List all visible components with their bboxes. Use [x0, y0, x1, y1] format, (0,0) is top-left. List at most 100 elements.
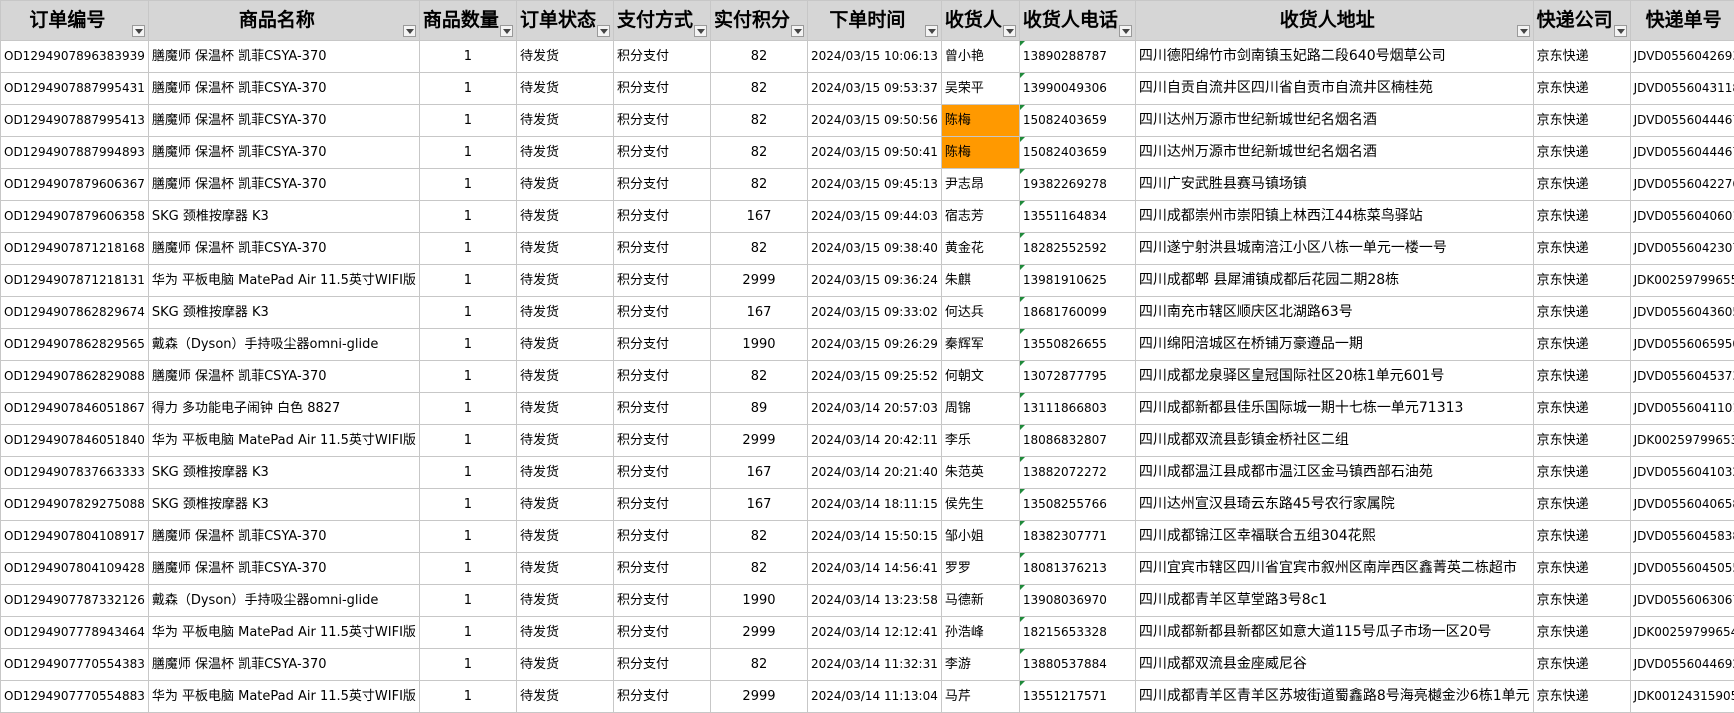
column-header-amount[interactable]: 实付积分 [709, 0, 808, 41]
cell-carrier[interactable]: 京东快递 [1532, 232, 1631, 265]
cell-phone[interactable]: 13990049306 [1018, 72, 1136, 105]
cell-carrier[interactable]: 京东快递 [1532, 616, 1631, 649]
cell-receiver[interactable]: 何达兵 [940, 296, 1020, 329]
cell-address[interactable]: 四川成都温江县成都市温江区金马镇西部石油苑 [1134, 456, 1534, 489]
cell-address[interactable]: 四川成都崇州市崇阳镇上林西江44栋菜鸟驿站 [1134, 200, 1534, 233]
cell-time[interactable]: 2024/03/15 09:53:37 [806, 72, 942, 105]
cell-order-id[interactable]: OD1294907770554383 [0, 648, 149, 681]
column-header-status[interactable]: 订单状态 [515, 0, 614, 41]
cell-phone[interactable]: 13551164834 [1018, 200, 1136, 233]
cell-product[interactable]: 膳魔师 保温杯 凯菲CSYA-370 [147, 104, 420, 137]
filter-dropdown-icon[interactable] [693, 25, 707, 37]
cell-carrier[interactable]: 京东快递 [1532, 520, 1631, 553]
cell-status[interactable]: 待发货 [515, 232, 614, 265]
table-row[interactable]: OD1294907804108917 膳魔师 保温杯 凯菲CSYA-370 1 待发货… [0, 520, 1734, 553]
cell-order-id[interactable]: OD1294907862829674 [0, 296, 149, 329]
cell-payment[interactable]: 积分支付 [612, 232, 711, 265]
cell-product[interactable]: 膳魔师 保温杯 凯菲CSYA-370 [147, 136, 420, 169]
cell-time[interactable]: 2024/03/14 15:50:15 [806, 520, 942, 553]
cell-address[interactable]: 四川遂宁射洪县城南涪江小区八栋一单元一楼一号 [1134, 232, 1534, 265]
cell-address[interactable]: 四川达州宣汉县琦云东路45号农行家属院 [1134, 488, 1534, 521]
cell-receiver[interactable]: 邹小姐 [940, 520, 1020, 553]
cell-amount[interactable]: 167 [709, 488, 808, 521]
column-header-payment[interactable]: 支付方式 [612, 0, 711, 41]
cell-payment[interactable]: 积分支付 [612, 456, 711, 489]
cell-phone[interactable]: 19382269278 [1018, 168, 1136, 201]
cell-order-id[interactable]: OD1294907887995413 [0, 104, 149, 137]
cell-carrier[interactable]: 京东快递 [1532, 584, 1631, 617]
cell-time[interactable]: 2024/03/15 10:06:13 [806, 40, 942, 73]
cell-status[interactable]: 待发货 [515, 264, 614, 297]
cell-carrier[interactable]: 京东快递 [1532, 168, 1631, 201]
cell-amount[interactable]: 2999 [709, 680, 808, 713]
column-header-tracking[interactable]: 快递单号 [1629, 0, 1734, 41]
cell-status[interactable]: 待发货 [515, 40, 614, 73]
cell-receiver[interactable]: 陈梅 [940, 104, 1020, 137]
cell-phone[interactable]: 13908036970 [1018, 584, 1136, 617]
cell-amount[interactable]: 82 [709, 72, 808, 105]
cell-product[interactable]: SKG 颈椎按摩器 K3 [147, 456, 420, 489]
cell-status[interactable]: 待发货 [515, 72, 614, 105]
cell-tracking[interactable]: JDVD05560423078 [1629, 232, 1734, 265]
cell-tracking[interactable]: JDVD05560406589 [1629, 488, 1734, 521]
cell-phone[interactable]: 18086832807 [1018, 424, 1136, 457]
cell-address[interactable]: 四川成都青羊区青羊区苏坡街道蜀鑫路8号海亮樾金沙6栋1单元 [1134, 680, 1534, 713]
cell-order-id[interactable]: OD1294907879606367 [0, 168, 149, 201]
cell-payment[interactable]: 积分支付 [612, 72, 711, 105]
cell-product[interactable]: 戴森（Dyson）手持吸尘器omni-glide [147, 328, 420, 361]
cell-carrier[interactable]: 京东快递 [1532, 680, 1631, 713]
cell-order-id[interactable]: OD1294907871218131 [0, 264, 149, 297]
cell-qty[interactable]: 1 [418, 680, 517, 713]
cell-amount[interactable]: 1990 [709, 328, 808, 361]
cell-time[interactable]: 2024/03/15 09:25:52 [806, 360, 942, 393]
cell-phone[interactable]: 13550826655 [1018, 328, 1136, 361]
cell-phone[interactable]: 18215653328 [1018, 616, 1136, 649]
cell-order-id[interactable]: OD1294907887994893 [0, 136, 149, 169]
cell-status[interactable]: 待发货 [515, 680, 614, 713]
cell-tracking[interactable]: JDVD05560410326 [1629, 456, 1734, 489]
cell-time[interactable]: 2024/03/14 20:42:11 [806, 424, 942, 457]
cell-receiver[interactable]: 周锦 [940, 392, 1020, 425]
cell-time[interactable]: 2024/03/15 09:50:56 [806, 104, 942, 137]
cell-tracking[interactable]: JDVD05560630670 [1629, 584, 1734, 617]
cell-address[interactable]: 四川成都龙泉驿区皇冠国际社区20栋1单元601号 [1134, 360, 1534, 393]
column-header-address[interactable]: 收货人地址 [1134, 0, 1534, 41]
cell-order-id[interactable]: OD1294907896383939 [0, 40, 149, 73]
filter-dropdown-icon[interactable] [1118, 25, 1132, 37]
cell-product[interactable]: 膳魔师 保温杯 凯菲CSYA-370 [147, 648, 420, 681]
cell-amount[interactable]: 2999 [709, 616, 808, 649]
cell-status[interactable]: 待发货 [515, 328, 614, 361]
cell-phone[interactable]: 13111866803 [1018, 392, 1136, 425]
cell-amount[interactable]: 82 [709, 168, 808, 201]
cell-address[interactable]: 四川成都青羊区草堂路3号8c1 [1134, 584, 1534, 617]
table-row[interactable]: OD1294907862829565 戴森（Dyson）手持吸尘器omni-gli… [0, 328, 1734, 361]
table-row[interactable]: OD1294907871218168 膳魔师 保温杯 凯菲CSYA-370 1 待发货… [0, 232, 1734, 265]
cell-carrier[interactable]: 京东快递 [1532, 104, 1631, 137]
cell-receiver[interactable]: 李乐 [940, 424, 1020, 457]
cell-amount[interactable]: 2999 [709, 424, 808, 457]
cell-status[interactable]: 待发货 [515, 392, 614, 425]
cell-phone[interactable]: 13551217571 [1018, 680, 1136, 713]
table-row[interactable]: OD1294907871218131 华为 平板电脑 MatePad Air 11… [0, 264, 1734, 297]
cell-tracking[interactable]: JDVD05560436055 [1629, 296, 1734, 329]
cell-qty[interactable]: 1 [418, 40, 517, 73]
cell-receiver[interactable]: 吴荣平 [940, 72, 1020, 105]
filter-dropdown-icon[interactable] [131, 25, 145, 37]
cell-receiver[interactable]: 黄金花 [940, 232, 1020, 265]
cell-qty[interactable]: 1 [418, 552, 517, 585]
cell-product[interactable]: 戴森（Dyson）手持吸尘器omni-glide [147, 584, 420, 617]
cell-amount[interactable]: 1990 [709, 584, 808, 617]
cell-amount[interactable]: 82 [709, 552, 808, 585]
cell-address[interactable]: 四川达州万源市世纪新城世纪名烟名酒 [1134, 136, 1534, 169]
cell-time[interactable]: 2024/03/14 20:21:40 [806, 456, 942, 489]
cell-address[interactable]: 四川绵阳涪城区在桥铺万豪遵品一期 [1134, 328, 1534, 361]
cell-address[interactable]: 四川成都新都县佳乐国际城一期十七栋一单元71313 [1134, 392, 1534, 425]
cell-status[interactable]: 待发货 [515, 360, 614, 393]
cell-tracking[interactable]: JDVD05560426938 [1629, 40, 1734, 73]
cell-time[interactable]: 2024/03/15 09:33:02 [806, 296, 942, 329]
table-row[interactable]: OD1294907896383939 膳魔师 保温杯 凯菲CSYA-370 1 待发货… [0, 40, 1734, 73]
cell-status[interactable]: 待发货 [515, 552, 614, 585]
cell-tracking[interactable]: JDVD05560411010 [1629, 392, 1734, 425]
cell-order-id[interactable]: OD1294907837663333 [0, 456, 149, 489]
table-row[interactable]: OD1294907778943464 华为 平板电脑 MatePad Air 11… [0, 616, 1734, 649]
